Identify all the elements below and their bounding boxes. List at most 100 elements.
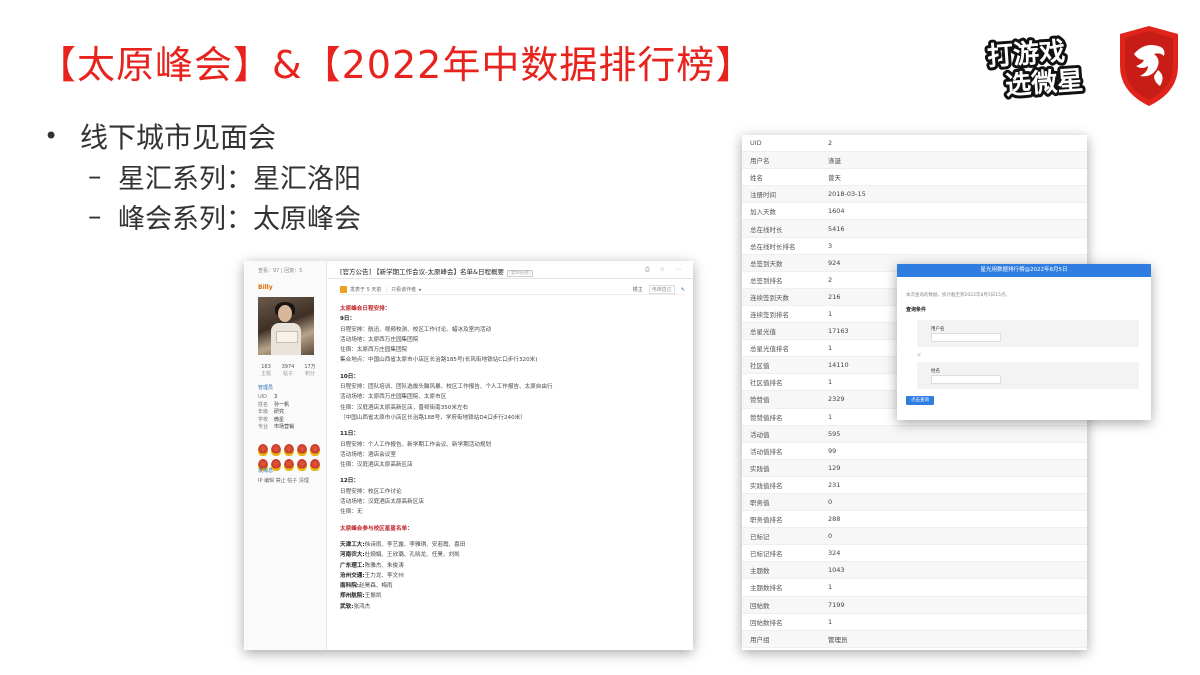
author-stat: 17万 积分 xyxy=(302,364,318,378)
day-11: 11日： xyxy=(340,431,359,438)
row-value: 924 xyxy=(828,258,841,267)
profile-key: 学校 xyxy=(258,416,269,423)
table-row: 活动值排名 99 xyxy=(742,443,1087,460)
profile-value: 3 xyxy=(274,394,278,400)
table-row: 注册时间 2018-03-15 xyxy=(742,186,1087,204)
author-stat: 3974 帖子 xyxy=(280,364,296,378)
query-panel-header: 星光用数据排行榜@2022年8月5日 xyxy=(897,264,1151,277)
medal-icon xyxy=(258,444,268,456)
only-author-link[interactable]: 只看该作者 xyxy=(391,286,416,293)
table-row: 已标记 0 xyxy=(742,528,1087,546)
post-title-bar: [官方公告] 【新学期工作会议-太原峰会】名单&日程概要 [复制链接] ⎙ ☆ ⋯ xyxy=(328,261,693,279)
author-avatar[interactable] xyxy=(258,297,314,355)
name-input[interactable] xyxy=(931,375,1001,384)
expand-arrow-icon[interactable]: ▸ xyxy=(419,287,422,293)
stat-value: 3974 xyxy=(281,364,295,370)
stat-label: 主题 xyxy=(260,371,271,377)
username-field-group: 用户名 xyxy=(917,320,1139,347)
row-label: 连续签到天数 xyxy=(750,293,789,302)
view-reply-count: 查看：97 | 回复：5 xyxy=(258,268,303,274)
moderation-actions[interactable]: IP 编辑 禁止 帖子 清理 xyxy=(258,477,309,484)
row-value: 1604 xyxy=(828,207,845,216)
jump-floor-input[interactable]: 电梯直达 xyxy=(648,285,675,294)
table-row: 活动值 595 xyxy=(742,425,1087,443)
table-row: 主题数排名 1 xyxy=(742,579,1087,597)
school-members: 徐诗雨、李艺露、李雅琪、安若霞、喜田 xyxy=(364,541,466,548)
row-value: 0 xyxy=(828,498,833,507)
name-field-group: 姓名 xyxy=(917,362,1139,389)
query-button[interactable]: 点击查询 xyxy=(906,396,934,405)
row-value: 1 xyxy=(828,412,833,421)
post-tool-icons[interactable]: ⎙ ☆ ⋯ xyxy=(645,266,685,274)
row-value: 99 xyxy=(828,446,837,455)
bullet-sub-2: – 峰会系列：太原峰会 xyxy=(88,200,361,235)
copy-link-button[interactable]: [复制链接] xyxy=(507,270,533,277)
row-label: 总在线时长 xyxy=(750,225,783,234)
medal-icon xyxy=(297,459,307,471)
row-value: 595 xyxy=(828,429,841,438)
day-12: 12日： xyxy=(340,478,359,485)
row-value: 管理员 xyxy=(828,635,848,644)
school-name: 沧州交通: xyxy=(340,572,365,579)
row-value: 0 xyxy=(828,532,833,541)
row-value: 2 xyxy=(828,275,833,284)
name-label: 姓名 xyxy=(931,369,940,374)
bullet-main: • 线下城市见面会 xyxy=(44,121,277,154)
msi-dragon-shield-logo xyxy=(1120,26,1178,106)
slogan-line2-fill: 选微星 xyxy=(1004,65,1084,100)
query-note: 本次查询的数据，统计截至到2022年8月5日15点。 xyxy=(906,293,1010,298)
row-value: 5416 xyxy=(828,224,845,233)
slogan-logo: 打游戏 打游戏 选微星 选微星 xyxy=(983,34,1087,100)
profile-value: 市场营销 xyxy=(274,424,295,430)
reply-pen-icon[interactable]: ✎ xyxy=(681,287,685,293)
medal-icon xyxy=(284,459,294,471)
row-label: 主题数 xyxy=(750,567,770,576)
row-label: 已标记排名 xyxy=(750,550,783,559)
row-label: 总星光值排名 xyxy=(750,345,789,354)
row-label: 总签到天数 xyxy=(750,259,783,268)
profile-value: 微星 xyxy=(274,416,285,423)
row-label: 职务值排名 xyxy=(750,516,783,525)
send-message-link[interactable]: 发消息 xyxy=(258,467,273,474)
author-role: 管理员 xyxy=(258,385,274,391)
row-label: 赞赞值 xyxy=(750,396,770,405)
author-stats: 183 主题 3974 帖子 17万 积分 xyxy=(258,364,318,378)
school-name: 广东理工: xyxy=(340,562,365,569)
profile-row: UID 3 xyxy=(258,394,294,402)
author-name[interactable]: Billy xyxy=(258,284,273,291)
row-label: 社区值排名 xyxy=(750,379,783,388)
row-label: 注册时间 xyxy=(750,191,776,200)
row-label: 已标记 xyxy=(750,533,770,542)
row-label: 赞赞值排名 xyxy=(750,413,783,422)
row-label: 加入天数 xyxy=(750,208,776,217)
row-value: 231 xyxy=(828,480,841,489)
username-input[interactable] xyxy=(931,333,1001,342)
row-label: 回帖数排名 xyxy=(750,618,783,627)
participants-heading: 太原峰会参与校区星星名单： xyxy=(340,525,413,532)
table-row: 职务值 0 xyxy=(742,493,1087,512)
row-label: 姓名 xyxy=(750,174,763,183)
or-label: 或 xyxy=(917,352,921,357)
query-condition-label: 查询条件 xyxy=(906,307,927,313)
stat-label: 积分 xyxy=(304,371,315,377)
row-label: 用户名 xyxy=(750,157,770,166)
table-row: 实践值排名 231 xyxy=(742,477,1087,494)
post-title: [官方公告] 【新学期工作会议-太原峰会】名单&日程概要 xyxy=(340,268,505,276)
row-value: 2329 xyxy=(828,395,845,404)
table-row: 回帖数排名 1 xyxy=(742,614,1087,631)
profile-key: 姓名 xyxy=(258,401,269,408)
row-label: UID xyxy=(750,139,762,148)
school-row: 武软:张鸿杰 xyxy=(340,602,685,612)
profile-key: UID xyxy=(258,394,267,400)
school-row: 郑州航院:王振凯 xyxy=(340,591,685,601)
table-row: 职务值排名 288 xyxy=(742,511,1087,529)
row-label: 总星光值 xyxy=(750,328,776,337)
school-members: 张鸿杰 xyxy=(353,603,371,610)
school-members: 王振凯 xyxy=(364,593,382,600)
school-members: 杜婉娟、王欣璐、孔晓龙、任昊、刘凯 xyxy=(364,552,460,559)
table-row: 实践值 129 xyxy=(742,459,1087,477)
forum-post-screenshot: 查看：97 | 回复：5 Billy 183 主题 3974 帖子 17万 积分 管理员 … xyxy=(244,261,693,650)
table-row: 用户组 管理员 xyxy=(742,630,1087,648)
bullet-list: • 线下城市见面会 – 星汇系列：星汇洛阳 – 峰会系列：太原峰会 xyxy=(44,116,361,236)
profile-key: 专业 xyxy=(258,424,269,430)
